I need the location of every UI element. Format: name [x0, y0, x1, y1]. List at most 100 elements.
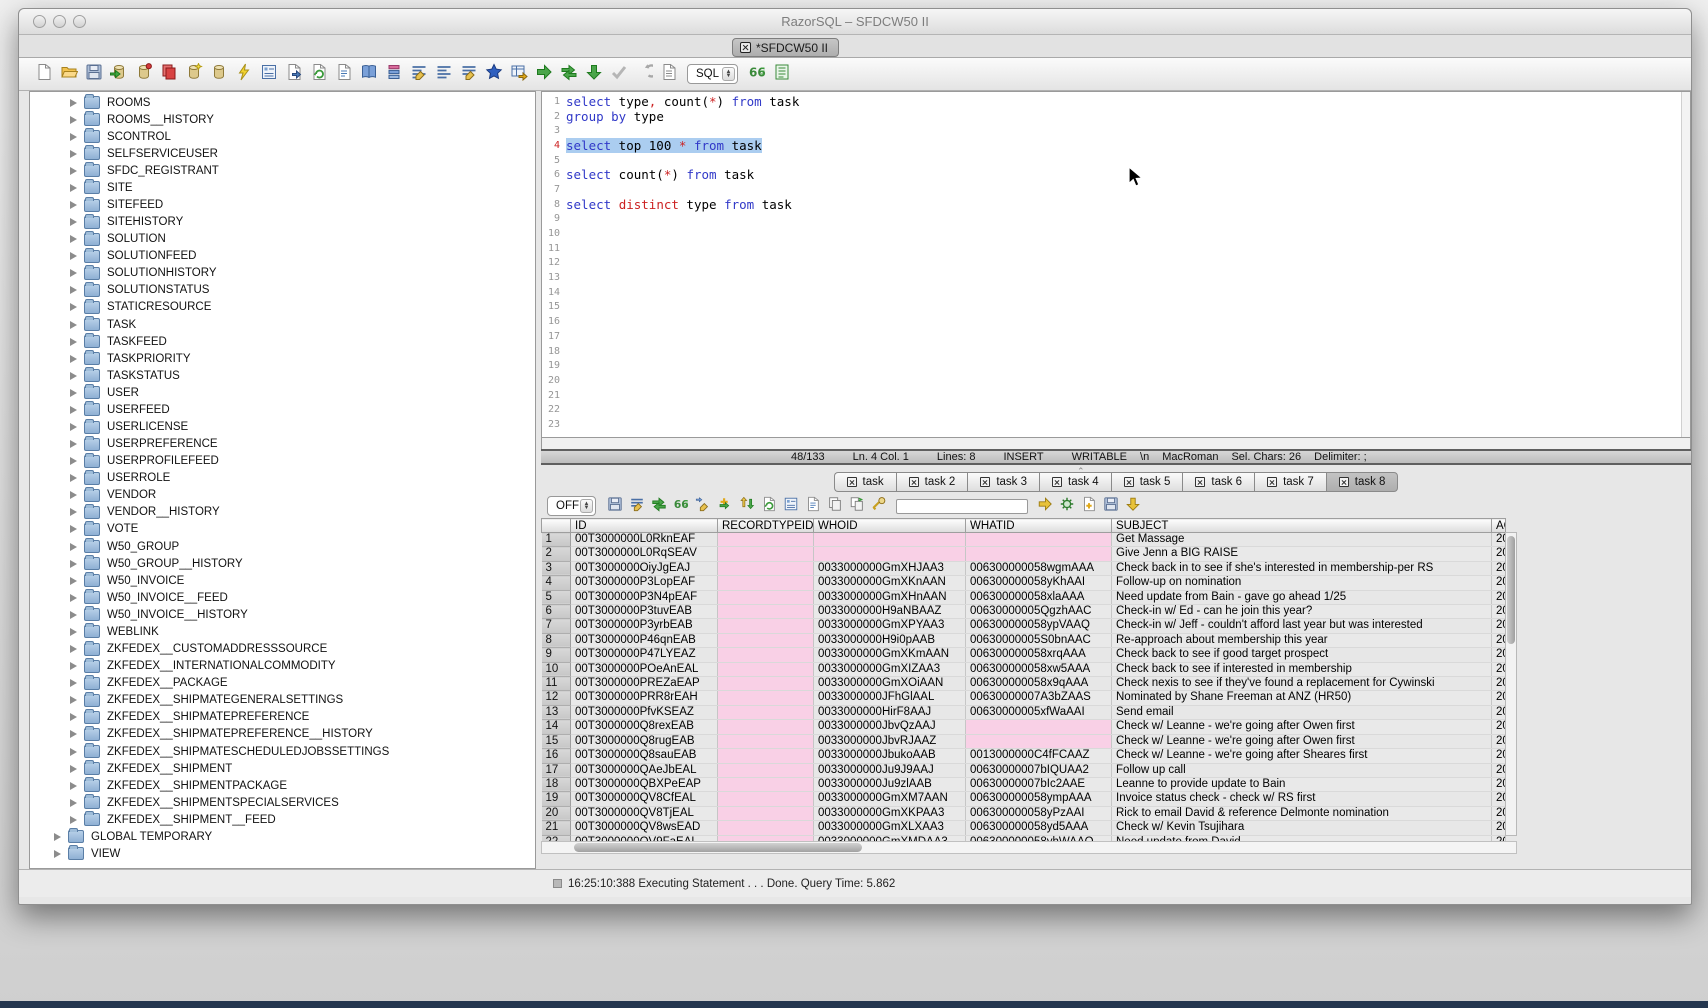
edit-results-icon[interactable] [408, 62, 429, 83]
expand-arrow-icon[interactable] [70, 577, 77, 585]
cell-whoid[interactable]: 0033000000JbukoAAB [814, 749, 966, 763]
log-icon[interactable] [771, 62, 792, 83]
cell-subject[interactable]: Check back in to see if she's interested… [1112, 561, 1492, 575]
expand-arrow-icon[interactable] [70, 525, 77, 533]
row-number[interactable]: 11 [542, 677, 571, 691]
cell-whatid[interactable] [966, 720, 1112, 734]
sidebar-item-sitehistory[interactable]: SITEHISTORY [30, 214, 535, 231]
sidebar-item-zkfedex-shipmentpackage[interactable]: ZKFEDEX__SHIPMENTPACKAGE [30, 777, 535, 794]
favorites-icon[interactable] [483, 62, 504, 83]
cell-whoid[interactable] [814, 547, 966, 561]
cell-ac[interactable]: 200 [1492, 648, 1506, 662]
download-results-icon[interactable] [1124, 495, 1143, 514]
expand-arrow-icon[interactable] [70, 611, 77, 619]
cell-recordtypeid[interactable] [718, 792, 814, 806]
cell-whoid[interactable]: 0033000000JbvQzAAJ [814, 720, 966, 734]
cell-whatid[interactable]: 00630000007A3bZAAS [966, 691, 1112, 705]
expand-arrow-icon[interactable] [70, 782, 77, 790]
cell-id[interactable]: 00T3000000P3N4pEAF [571, 590, 718, 604]
grid-vertical-scrollbar[interactable] [1505, 532, 1517, 836]
close-tab-icon[interactable] [740, 42, 751, 53]
cell-ac[interactable]: 200 [1492, 734, 1506, 748]
document-icon[interactable] [333, 62, 354, 83]
cell-subject[interactable]: Check back to see if good target prospec… [1112, 648, 1492, 662]
cell-id[interactable]: 00T3000000QAeJbEAL [571, 763, 718, 777]
cell-whatid[interactable]: 00630000005S0bnAAC [966, 633, 1112, 647]
expand-arrow-icon[interactable] [70, 338, 77, 346]
cell-subject[interactable]: Check w/ Leanne - we're going after Owen… [1112, 720, 1492, 734]
cell-recordtypeid[interactable] [718, 691, 814, 705]
sidebar-item-weblink[interactable]: WEBLINK [30, 623, 535, 640]
cell-whatid[interactable]: 006300000058xrqAAA [966, 648, 1112, 662]
sort-results-icon[interactable] [738, 495, 757, 514]
sidebar-item-vote[interactable]: VOTE [30, 521, 535, 538]
expand-arrow-icon[interactable] [70, 201, 77, 209]
cell-ac[interactable]: 200 [1492, 619, 1506, 633]
cell-whoid[interactable]: 0033000000GmXKPAA3 [814, 806, 966, 820]
row-number[interactable]: 18 [542, 777, 571, 791]
expand-arrow-icon[interactable] [70, 167, 77, 175]
cell-recordtypeid[interactable] [718, 705, 814, 719]
document-tab[interactable]: *SFDCW50 II [732, 38, 839, 57]
add-results-icon[interactable] [1080, 495, 1099, 514]
sidebar-item-zkfedex-package[interactable]: ZKFEDEX__PACKAGE [30, 675, 535, 692]
close-tab-icon[interactable] [1124, 477, 1134, 487]
save-icon[interactable] [83, 62, 104, 83]
expand-arrow-icon[interactable] [70, 662, 77, 670]
cell-subject[interactable]: Need update from Bain - gave go ahead 1/… [1112, 590, 1492, 604]
sidebar-item-zkfedex-shipmentspecialservices[interactable]: ZKFEDEX__SHIPMENTSPECIALSERVICES [30, 794, 535, 811]
cell-whatid[interactable]: 006300000058x9qAAA [966, 677, 1112, 691]
grid-horizontal-scrollbar[interactable] [541, 841, 1517, 854]
cell-recordtypeid[interactable] [718, 648, 814, 662]
expand-arrow-icon[interactable] [70, 457, 77, 465]
sidebar-item-sfdc-registrant[interactable]: SFDC_REGISTRANT [30, 162, 535, 179]
expand-arrow-icon[interactable] [70, 150, 77, 158]
close-tab-icon[interactable] [1052, 477, 1062, 487]
cell-ac[interactable]: 200 [1492, 677, 1506, 691]
cell-ac[interactable]: 200 [1492, 705, 1506, 719]
cell-subject[interactable]: Check w/ Leanne - we're going after Shea… [1112, 749, 1492, 763]
cell-whoid[interactable]: 0033000000JFhGlAAL [814, 691, 966, 705]
sidebar-item-rooms[interactable]: ROOMS [30, 94, 535, 111]
expand-arrow-icon[interactable] [70, 321, 77, 329]
column-header-whoid[interactable]: WHOID [814, 519, 966, 533]
cell-recordtypeid[interactable] [718, 590, 814, 604]
expand-arrow-icon[interactable] [70, 218, 77, 226]
schema-tree-panel[interactable]: ROOMSROOMS__HISTORYSCONTROLSELFSERVICEUS… [29, 91, 536, 869]
sidebar-item-user[interactable]: USER [30, 384, 535, 401]
cell-ac[interactable]: 200 [1492, 777, 1506, 791]
sidebar-item-zkfedex-shipment-feed[interactable]: ZKFEDEX__SHIPMENT__FEED [30, 811, 535, 828]
expand-arrow-icon[interactable] [70, 440, 77, 448]
cell-ac[interactable]: 200 [1492, 561, 1506, 575]
cell-whoid[interactable]: 0033000000Ju9J9AAJ [814, 763, 966, 777]
refresh-results-icon[interactable] [650, 495, 669, 514]
cell-ac[interactable]: 200 [1492, 533, 1506, 547]
highlight-icon[interactable] [870, 495, 889, 514]
editor-horizontal-scrollbar[interactable] [541, 438, 1691, 449]
close-tab-icon[interactable] [980, 477, 990, 487]
cell-subject[interactable]: Follow up call [1112, 763, 1492, 777]
title-bar[interactable]: RazorSQL – SFDCW50 II [19, 9, 1691, 35]
sidebar-item-zkfedex-shipmategeneralsettings[interactable]: ZKFEDEX__SHIPMATEGENERALSETTINGS [30, 692, 535, 709]
sidebar-item-solutionstatus[interactable]: SOLUTIONSTATUS [30, 282, 535, 299]
row-number[interactable]: 15 [542, 734, 571, 748]
query-builder-icon[interactable] [258, 62, 279, 83]
export-sql-icon[interactable] [283, 62, 304, 83]
cell-recordtypeid[interactable] [718, 806, 814, 820]
cell-recordtypeid[interactable] [718, 561, 814, 575]
expand-arrow-icon[interactable] [70, 303, 77, 311]
sidebar-item-w50-group[interactable]: W50_GROUP [30, 538, 535, 555]
cell-whatid[interactable]: 006300000058yPzAAI [966, 806, 1112, 820]
cell-recordtypeid[interactable] [718, 633, 814, 647]
cell-id[interactable]: 00T3000000QV8TjEAL [571, 806, 718, 820]
expand-arrow-icon[interactable] [70, 799, 77, 807]
sidebar-item-solution[interactable]: SOLUTION [30, 231, 535, 248]
copy-results-icon[interactable] [826, 495, 845, 514]
cell-id[interactable]: 00T3000000QBXPeEAP [571, 777, 718, 791]
row-number[interactable]: 19 [542, 792, 571, 806]
save-results-icon[interactable] [606, 495, 625, 514]
sidebar-item-staticresource[interactable]: STATICRESOURCE [30, 299, 535, 316]
cell-subject[interactable]: Check-in w/ Ed - can he join this year? [1112, 605, 1492, 619]
cell-subject[interactable]: Get Massage [1112, 533, 1492, 547]
cell-ac[interactable]: 200 [1492, 576, 1506, 590]
